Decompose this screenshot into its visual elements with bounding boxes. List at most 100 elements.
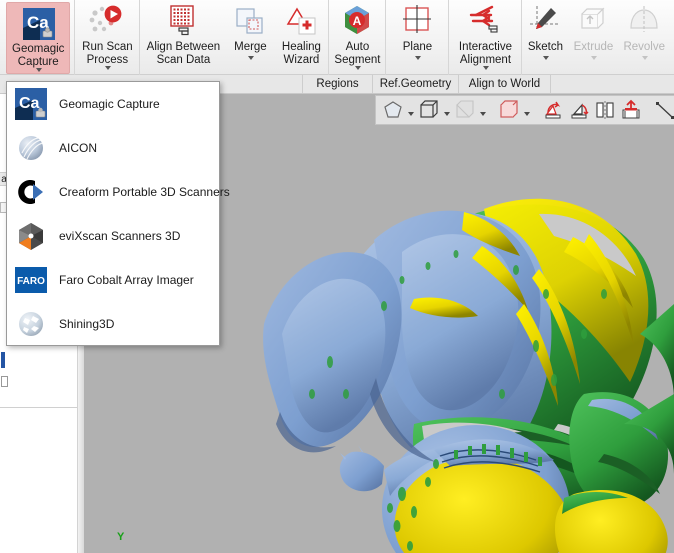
- flat-cube-icon: [456, 100, 474, 118]
- plane-grid-icon: [400, 3, 434, 39]
- menu-item-faro[interactable]: FARO Faro Cobalt Array Imager: [7, 258, 219, 302]
- extrude-cube-icon: [576, 3, 610, 39]
- measure-line-icon: [656, 102, 674, 119]
- section-cube-icon: [500, 100, 518, 118]
- creaform-c-icon: [15, 176, 47, 208]
- menu-item-evixscan[interactable]: eviXscan Scanners 3D: [7, 214, 219, 258]
- faro-tile-icon: FARO: [15, 264, 47, 296]
- menu-item-geomagic-capture[interactable]: Ca Geomagic Capture: [7, 82, 219, 126]
- pencil-sketch-icon: [528, 3, 562, 39]
- group-label-ref-geometry: Ref.Geometry: [373, 75, 459, 93]
- healing-wizard-button[interactable]: Healing Wizard: [274, 0, 328, 72]
- geomagic-capture-button[interactable]: Ca Geomagic Capture: [6, 2, 71, 74]
- panel-divider: [0, 407, 77, 408]
- wire-cube-icon: [420, 100, 438, 118]
- mirror-down-button[interactable]: [566, 97, 592, 123]
- chevron-down-icon: [642, 55, 649, 60]
- align-between-scan-data-label: Align Between Scan Data: [146, 41, 221, 66]
- flat-shade-view-button[interactable]: [452, 97, 478, 123]
- aicon-sphere-icon: [15, 132, 47, 164]
- auto-segment-icon: A: [340, 3, 374, 39]
- panel-color-swatch: [1, 352, 5, 368]
- menu-item-creaform[interactable]: Creaform Portable 3D Scanners: [7, 170, 230, 214]
- chevron-down-icon[interactable]: [415, 55, 422, 60]
- symmetry-button[interactable]: [592, 97, 618, 123]
- ca-scanner-icon: Ca: [20, 6, 56, 41]
- chevron-down-icon[interactable]: [444, 111, 450, 116]
- align-grid-icon: [164, 3, 202, 39]
- menu-item-label: AICON: [59, 141, 98, 155]
- healing-wizard-label: Healing Wizard: [281, 41, 321, 66]
- shaded-polygon-icon: [384, 101, 402, 118]
- group-label-align-to-world: Align to World: [459, 75, 551, 93]
- menu-item-label: Geomagic Capture: [59, 97, 160, 111]
- sketch-button[interactable]: Sketch: [522, 0, 568, 72]
- axis-y-label: Y: [117, 531, 125, 543]
- run-scan-process-label: Run Scan Process: [82, 41, 133, 66]
- menu-item-label: eviXscan Scanners 3D: [59, 229, 181, 243]
- evixscan-hex-icon: [15, 220, 47, 252]
- section-view-button[interactable]: [496, 97, 522, 123]
- align-between-scan-data-button[interactable]: Align Between Scan Data: [140, 0, 226, 72]
- ribbon-group-scan: Run Scan Process: [75, 0, 141, 75]
- plane-button[interactable]: Plane: [386, 0, 448, 72]
- menu-item-label: Shining3D: [59, 317, 115, 331]
- interactive-alignment-button[interactable]: Interactive Alignment: [449, 0, 521, 72]
- ribbon-group-ref-geometry: Plane: [386, 0, 450, 75]
- panel-checkbox-fragment[interactable]: [1, 376, 8, 387]
- mirror-up-button[interactable]: [540, 97, 566, 123]
- fold-down-icon: [571, 103, 589, 119]
- group-label-spacer: [551, 75, 674, 93]
- extrude-label: Extrude: [573, 41, 614, 53]
- extrude-button: Extrude: [568, 0, 618, 72]
- ribbon-toolbar: Ca Geomagic Capture Run Scan Process Ali…: [0, 0, 674, 75]
- plane-label: Plane: [402, 41, 433, 53]
- menu-item-shining3d[interactable]: Shining3D: [7, 302, 219, 346]
- scan-process-icon: [86, 3, 128, 39]
- auto-segment-button[interactable]: A Auto Segment: [329, 0, 385, 72]
- shining3d-globe-icon: [15, 308, 47, 340]
- chevron-down-icon[interactable]: [355, 66, 362, 70]
- chevron-down-icon[interactable]: [105, 66, 112, 70]
- healing-cross-icon: [284, 3, 318, 39]
- menu-item-label: Creaform Portable 3D Scanners: [59, 185, 230, 199]
- chevron-down-icon[interactable]: [248, 55, 255, 60]
- ribbon-group-align-to-world: Interactive Alignment: [449, 0, 523, 75]
- merge-button[interactable]: Merge: [226, 0, 274, 72]
- svg-text:A: A: [353, 14, 362, 28]
- bounding-box-view-button[interactable]: [416, 97, 442, 123]
- sketch-label: Sketch: [527, 41, 564, 53]
- svg-text:Ca: Ca: [19, 95, 40, 112]
- chevron-down-icon[interactable]: [480, 111, 486, 116]
- group-label-regions: Regions: [303, 75, 373, 93]
- ribbon-group-capture: Ca Geomagic Capture: [0, 0, 76, 75]
- ca-tile-icon: Ca: [15, 88, 47, 120]
- merge-label: Merge: [234, 41, 267, 53]
- geomagic-capture-dropdown-menu: Ca Geomagic Capture AICON Creaform Porta…: [6, 81, 230, 346]
- revolve-icon: [627, 3, 661, 39]
- interactive-align-icon: [467, 3, 503, 39]
- lift-object-button[interactable]: [618, 97, 644, 123]
- svg-text:FARO: FARO: [17, 276, 45, 287]
- revolve-label: Revolve: [623, 41, 666, 53]
- chevron-down-icon[interactable]: [543, 55, 550, 60]
- lift-object-icon: [622, 99, 640, 119]
- chevron-down-icon[interactable]: [524, 111, 530, 116]
- chevron-down-icon[interactable]: [408, 111, 414, 116]
- fold-up-icon: [545, 101, 561, 119]
- chevron-down-icon: [591, 55, 598, 60]
- chevron-down-icon[interactable]: [483, 66, 490, 70]
- shaded-view-button[interactable]: [380, 97, 406, 123]
- chevron-down-icon[interactable]: [36, 68, 43, 72]
- revolve-button: Revolve: [618, 0, 670, 72]
- merge-squares-icon: [233, 3, 267, 39]
- ribbon-group-alignment: Align Between Scan Data Merge Healing Wi…: [140, 0, 330, 75]
- ribbon-group-modeling: Sketch Extrude Revolve: [522, 0, 670, 75]
- interactive-alignment-label: Interactive Alignment: [458, 41, 512, 66]
- menu-item-aicon[interactable]: AICON: [7, 126, 219, 170]
- run-scan-process-button[interactable]: Run Scan Process: [75, 0, 139, 72]
- auto-segment-label: Auto Segment: [334, 41, 381, 66]
- ribbon-group-regions: A Auto Segment: [329, 0, 387, 75]
- geomagic-capture-label: Geomagic Capture: [12, 43, 65, 68]
- measure-distance-button[interactable]: [652, 97, 674, 123]
